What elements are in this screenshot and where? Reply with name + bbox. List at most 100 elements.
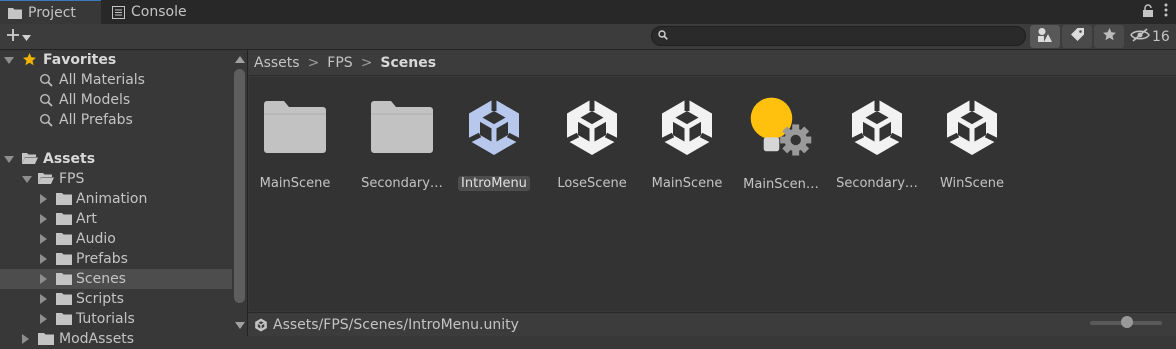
chevron-down-icon [22, 30, 31, 45]
tree-item-assets[interactable]: Assets [0, 149, 232, 169]
folder-open-icon [38, 172, 54, 185]
tree-item-modassets[interactable]: ModAssets [0, 329, 232, 349]
lock-icon[interactable] [1142, 3, 1154, 21]
tree-item-art[interactable]: Art [0, 209, 232, 229]
folder-icon [370, 95, 434, 158]
tree-item-prefabs[interactable]: Prefabs [0, 249, 232, 269]
search-by-type-button[interactable] [1030, 25, 1060, 48]
hidden-packages-toggle[interactable]: 16 [1130, 25, 1174, 48]
folder-icon [56, 212, 72, 225]
tree-item-label: Art [76, 211, 97, 227]
tree-item-tutorials[interactable]: Tutorials [0, 309, 232, 329]
tree-item-animation[interactable]: Animation [0, 189, 232, 209]
asset-item[interactable]: WinScene [926, 91, 1018, 191]
expand-arrow-icon[interactable] [40, 254, 47, 264]
more-menu-icon[interactable] [1164, 3, 1168, 21]
asset-item-selected[interactable]: IntroMenu [448, 91, 540, 191]
search-by-label-button[interactable] [1062, 25, 1092, 48]
tree-item-all-materials[interactable]: All Materials [0, 70, 232, 90]
folder-icon [56, 312, 72, 325]
tree-item-label: Scripts [76, 291, 124, 307]
breadcrumb-item-fps[interactable]: FPS [327, 55, 352, 71]
folder-icon [56, 292, 72, 305]
expand-arrow-icon[interactable] [40, 234, 47, 244]
tree-item-label: Audio [76, 231, 116, 247]
unity-scene-icon [462, 95, 526, 158]
tree-item-label: All Materials [59, 72, 145, 88]
search-icon [658, 29, 668, 44]
folder-icon [263, 95, 327, 158]
asset-label: IntroMenu [458, 176, 530, 191]
search-input[interactable] [672, 28, 1025, 44]
asset-label: Secondary… [836, 176, 918, 191]
tree-item-all-models[interactable]: All Models [0, 90, 232, 110]
eye-crossed-icon [1130, 27, 1150, 46]
tree-scrollbar[interactable] [232, 50, 248, 336]
thumbnail-size-slider[interactable] [1090, 316, 1162, 328]
expand-arrow-icon[interactable] [40, 314, 47, 324]
tab-actions [1142, 2, 1168, 22]
tab-project-label: Project [28, 4, 76, 21]
tree-item-fps[interactable]: FPS [0, 169, 232, 189]
tab-console[interactable]: Console [104, 0, 214, 24]
tab-console-label: Console [131, 4, 187, 20]
folder-open-icon [22, 152, 38, 165]
console-icon [112, 5, 125, 19]
folder-icon [56, 192, 72, 205]
star-icon [22, 52, 37, 67]
search-icon [39, 93, 53, 107]
breadcrumb-item-scenes[interactable]: Scenes [380, 55, 436, 71]
tab-project[interactable]: Project [0, 0, 101, 24]
tree-item-label: All Prefabs [59, 112, 133, 128]
lighting-settings-icon [749, 95, 813, 159]
asset-item[interactable]: MainScene [249, 91, 341, 191]
hidden-count: 16 [1152, 28, 1170, 45]
tree-item-label: Assets [43, 151, 96, 167]
tree-item-scripts[interactable]: Scripts [0, 289, 232, 309]
folder-icon [38, 332, 54, 345]
asset-label: Secondary… [361, 176, 443, 191]
tree-item-label: ModAssets [59, 331, 135, 347]
folder-icon [56, 272, 72, 285]
asset-item[interactable]: Secondary… [831, 91, 923, 191]
star-icon [1102, 27, 1117, 46]
scroll-down-icon[interactable] [235, 322, 245, 329]
expand-arrow-icon[interactable] [40, 294, 47, 304]
breadcrumb: Assets > FPS > Scenes [248, 50, 1176, 76]
asset-item[interactable]: LoseScene [546, 91, 638, 191]
create-button[interactable] [6, 27, 31, 47]
search-field[interactable] [651, 26, 1026, 46]
expand-arrow-icon[interactable] [40, 214, 47, 224]
asset-label: MainScene [651, 176, 723, 191]
expand-arrow-icon[interactable] [40, 274, 47, 284]
scroll-up-icon[interactable] [235, 56, 245, 63]
asset-label: MainScene [259, 176, 331, 191]
asset-item[interactable]: Secondary… [356, 91, 448, 191]
tree-item-all-prefabs[interactable]: All Prefabs [0, 110, 232, 130]
tree-item-favorites[interactable]: Favorites [0, 50, 232, 70]
asset-item[interactable]: MainScene [641, 91, 733, 191]
tab-bar: Project Console [0, 0, 1176, 24]
expand-arrow-icon[interactable] [4, 57, 14, 64]
unity-scene-icon [845, 95, 909, 158]
tree-item-scenes[interactable]: Scenes [0, 269, 232, 289]
search-icon [39, 73, 53, 87]
asset-item[interactable]: MainScen… [735, 91, 827, 191]
tag-icon [1070, 27, 1085, 46]
breadcrumb-item-assets[interactable]: Assets [254, 55, 300, 71]
scrollbar-thumb[interactable] [234, 69, 245, 303]
expand-arrow-icon[interactable] [22, 176, 32, 183]
asset-label: WinScene [939, 176, 1005, 191]
expand-arrow-icon[interactable] [40, 194, 47, 204]
expand-arrow-icon[interactable] [4, 156, 14, 163]
tree-item-label: Favorites [43, 52, 117, 68]
unity-scene-icon [560, 95, 624, 158]
tree-item-label: FPS [59, 171, 85, 187]
folder-icon [56, 232, 72, 245]
tree-item-audio[interactable]: Audio [0, 229, 232, 249]
plus-icon [6, 28, 20, 46]
tree-item-label: Animation [76, 191, 148, 207]
tree-item-label: Scenes [76, 271, 126, 287]
unity-scene-icon [254, 317, 268, 332]
favorites-filter-button[interactable] [1094, 25, 1124, 48]
